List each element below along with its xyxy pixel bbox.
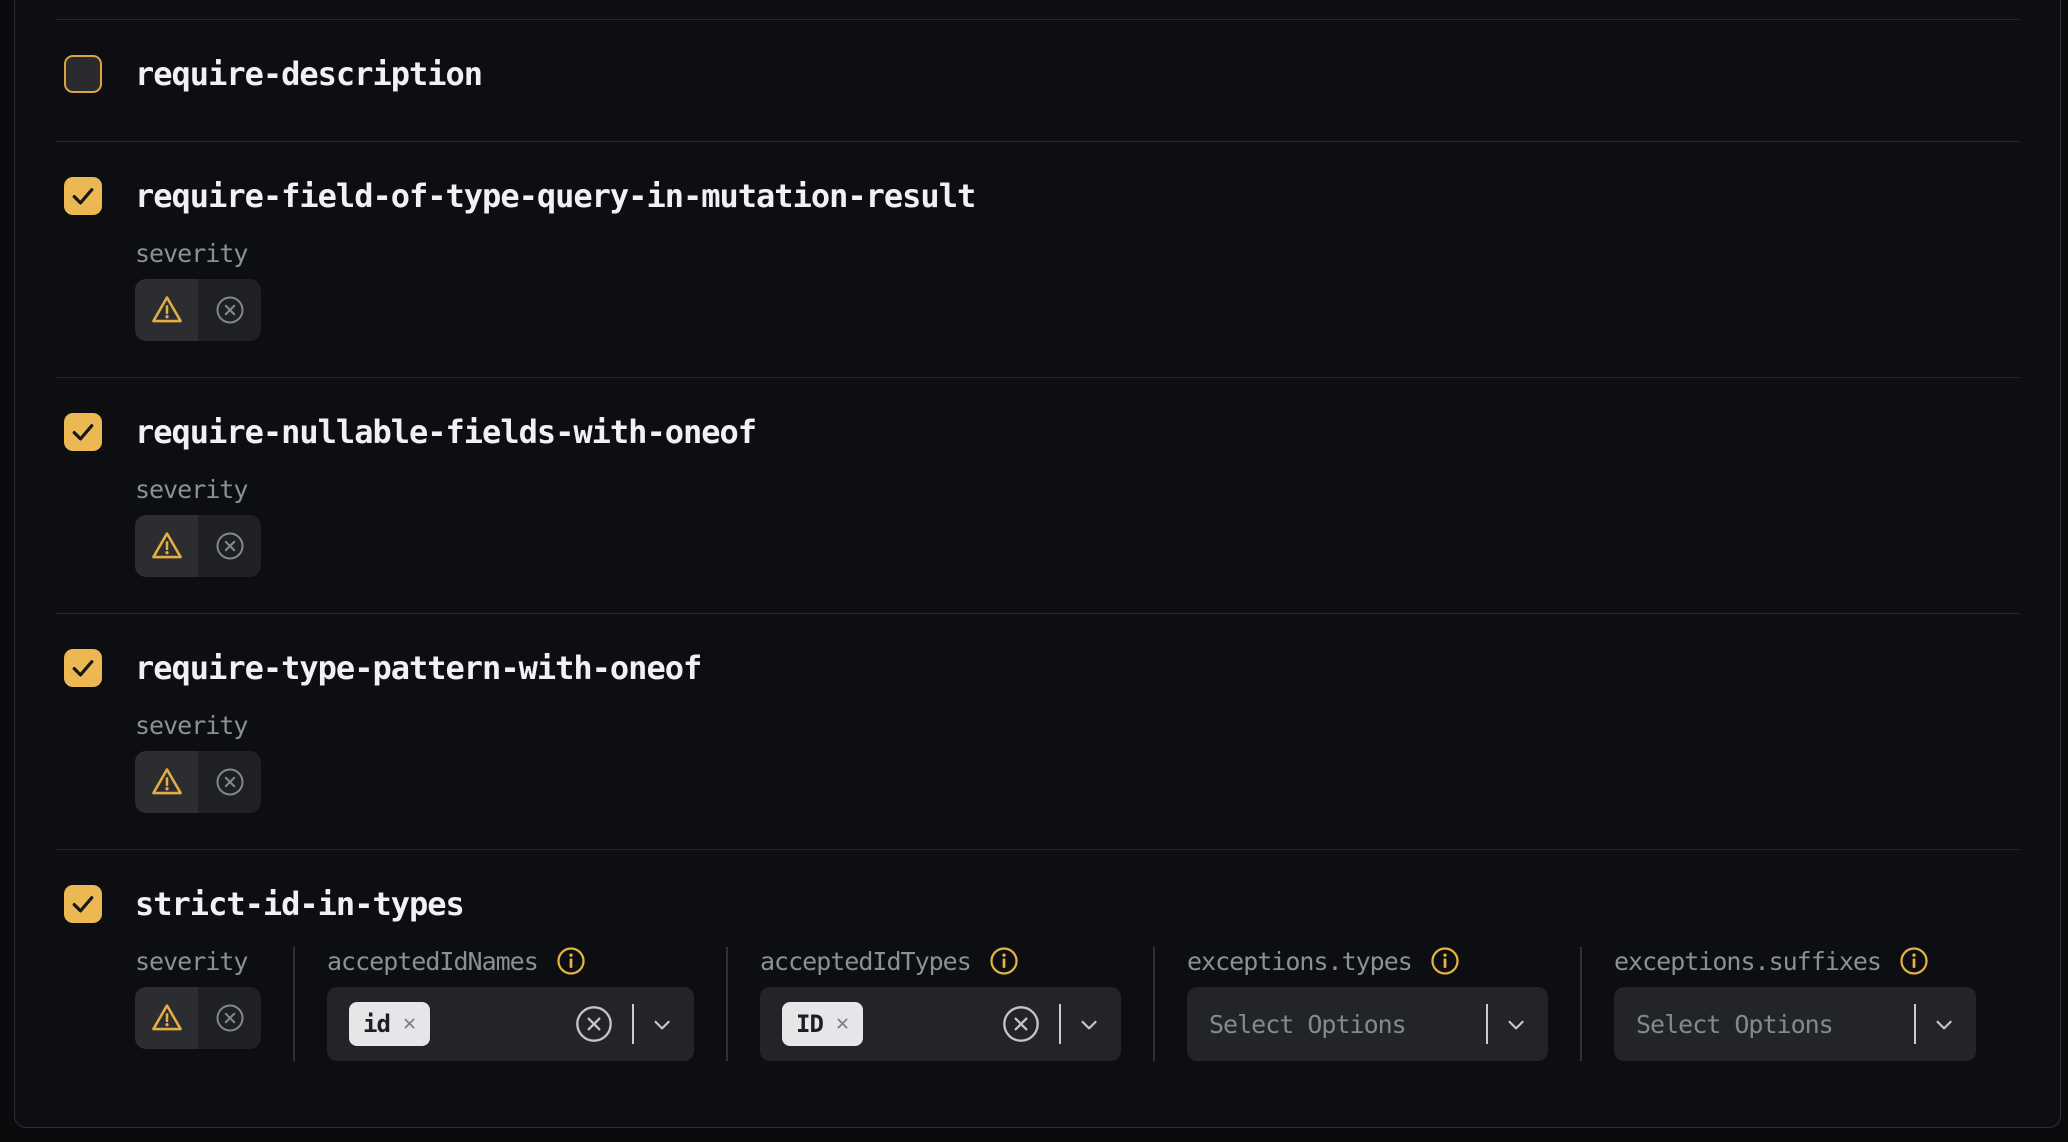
multiselect-input[interactable]: id ✕ [327,987,694,1061]
warning-triangle-icon [149,293,185,327]
severity-toggle [135,987,261,1049]
column-divider [293,947,295,1061]
warning-triangle-icon [149,1001,185,1035]
rule-header: strict-id-in-types [64,883,2019,925]
severity-off-button[interactable] [198,515,261,577]
rules-list: require-description require-field-of-typ… [15,0,2060,1131]
rule-title: strict-id-in-types [135,885,464,923]
rule-header: require-type-pattern-with-oneof [64,647,2019,689]
clear-all-icon[interactable] [574,1004,614,1044]
column-divider [726,947,728,1061]
column-divider [1153,947,1155,1061]
rule-row: require-type-pattern-with-oneof severity [56,613,2019,849]
rule-checkbox[interactable] [64,413,102,451]
rules-config-card: require-description require-field-of-typ… [14,0,2061,1128]
rule-options: severity [135,239,2019,341]
rule-title: require-field-of-type-query-in-mutation-… [135,177,975,215]
chevron-down-icon[interactable] [648,1011,674,1037]
option-column-exceptions-types: exceptions.types Select Options [1187,947,1548,1061]
severity-warn-button[interactable] [135,279,198,341]
severity-off-button[interactable] [198,987,261,1049]
multiselect-input[interactable]: Select Options [1187,987,1548,1061]
circle-x-icon [215,767,245,797]
rule-header: require-description [64,53,2019,95]
rule-header: require-field-of-type-query-in-mutation-… [64,175,2019,217]
circle-x-icon [215,295,245,325]
selected-tag: ID ✕ [782,1002,863,1046]
rule-row: strict-id-in-types severity [56,849,2019,1131]
tag-label: ID [796,1010,823,1038]
info-icon[interactable] [556,946,586,976]
severity-off-button[interactable] [198,279,261,341]
remove-tag-icon[interactable]: ✕ [836,1013,849,1035]
option-label: exceptions.suffixes [1614,947,1881,976]
rule-options: severity [135,947,2019,1061]
severity-off-button[interactable] [198,751,261,813]
circle-x-icon [215,531,245,561]
severity-warn-button[interactable] [135,987,198,1049]
separator [632,1004,634,1044]
rule-header: require-nullable-fields-with-oneof [64,411,2019,453]
circle-x-icon [215,1003,245,1033]
remove-tag-icon[interactable]: ✕ [403,1013,416,1035]
rule-row: require-nullable-fields-with-oneof sever… [56,377,2019,613]
warning-triangle-icon [149,765,185,799]
chevron-down-icon[interactable] [1075,1011,1101,1037]
rule-row: require-field-of-type-query-in-mutation-… [56,141,2019,377]
option-column-exceptions-suffixes: exceptions.suffixes Select Options [1614,947,1976,1061]
checkmark-icon [68,889,98,919]
option-label: exceptions.types [1187,947,1412,976]
multiselect-input[interactable]: Select Options [1614,987,1976,1061]
rule-checkbox[interactable] [64,649,102,687]
select-placeholder: Select Options [1636,1010,1833,1039]
separator [1059,1004,1061,1044]
rule-checkbox[interactable] [64,885,102,923]
column-divider [1580,947,1582,1061]
severity-toggle [135,751,261,813]
selected-tag: id ✕ [349,1002,430,1046]
option-label: severity [135,475,247,504]
rule-checkbox[interactable] [64,177,102,215]
checkmark-icon [68,417,98,447]
option-label: severity [135,711,247,740]
option-column-severity: severity [135,947,261,1061]
rule-row: require-description [56,19,2019,141]
option-column-acceptedIdTypes: acceptedIdTypes ID ✕ [760,947,1121,1061]
option-label: severity [135,239,247,268]
warning-triangle-icon [149,529,185,563]
rule-title: require-nullable-fields-with-oneof [135,413,756,451]
chevron-down-icon[interactable] [1502,1011,1528,1037]
option-column-acceptedIdNames: acceptedIdNames id ✕ [327,947,694,1061]
rule-checkbox[interactable] [64,55,102,93]
rule-title: require-description [135,55,482,93]
severity-warn-button[interactable] [135,751,198,813]
severity-warn-button[interactable] [135,515,198,577]
chevron-down-icon[interactable] [1930,1011,1956,1037]
option-label: acceptedIdNames [327,947,538,976]
info-icon[interactable] [1899,946,1929,976]
option-label: severity [135,947,247,976]
info-icon[interactable] [989,946,1019,976]
tag-label: id [363,1010,390,1038]
checkmark-icon [68,653,98,683]
select-placeholder: Select Options [1209,1010,1406,1039]
clear-all-icon[interactable] [1001,1004,1041,1044]
separator [1486,1004,1488,1044]
rule-options: severity [135,711,2019,813]
option-label: acceptedIdTypes [760,947,971,976]
severity-toggle [135,279,261,341]
rule-title: require-type-pattern-with-oneof [135,649,701,687]
multiselect-input[interactable]: ID ✕ [760,987,1121,1061]
separator [1914,1004,1916,1044]
info-icon[interactable] [1430,946,1460,976]
rule-options: severity [135,475,2019,577]
checkmark-icon [68,181,98,211]
severity-toggle [135,515,261,577]
